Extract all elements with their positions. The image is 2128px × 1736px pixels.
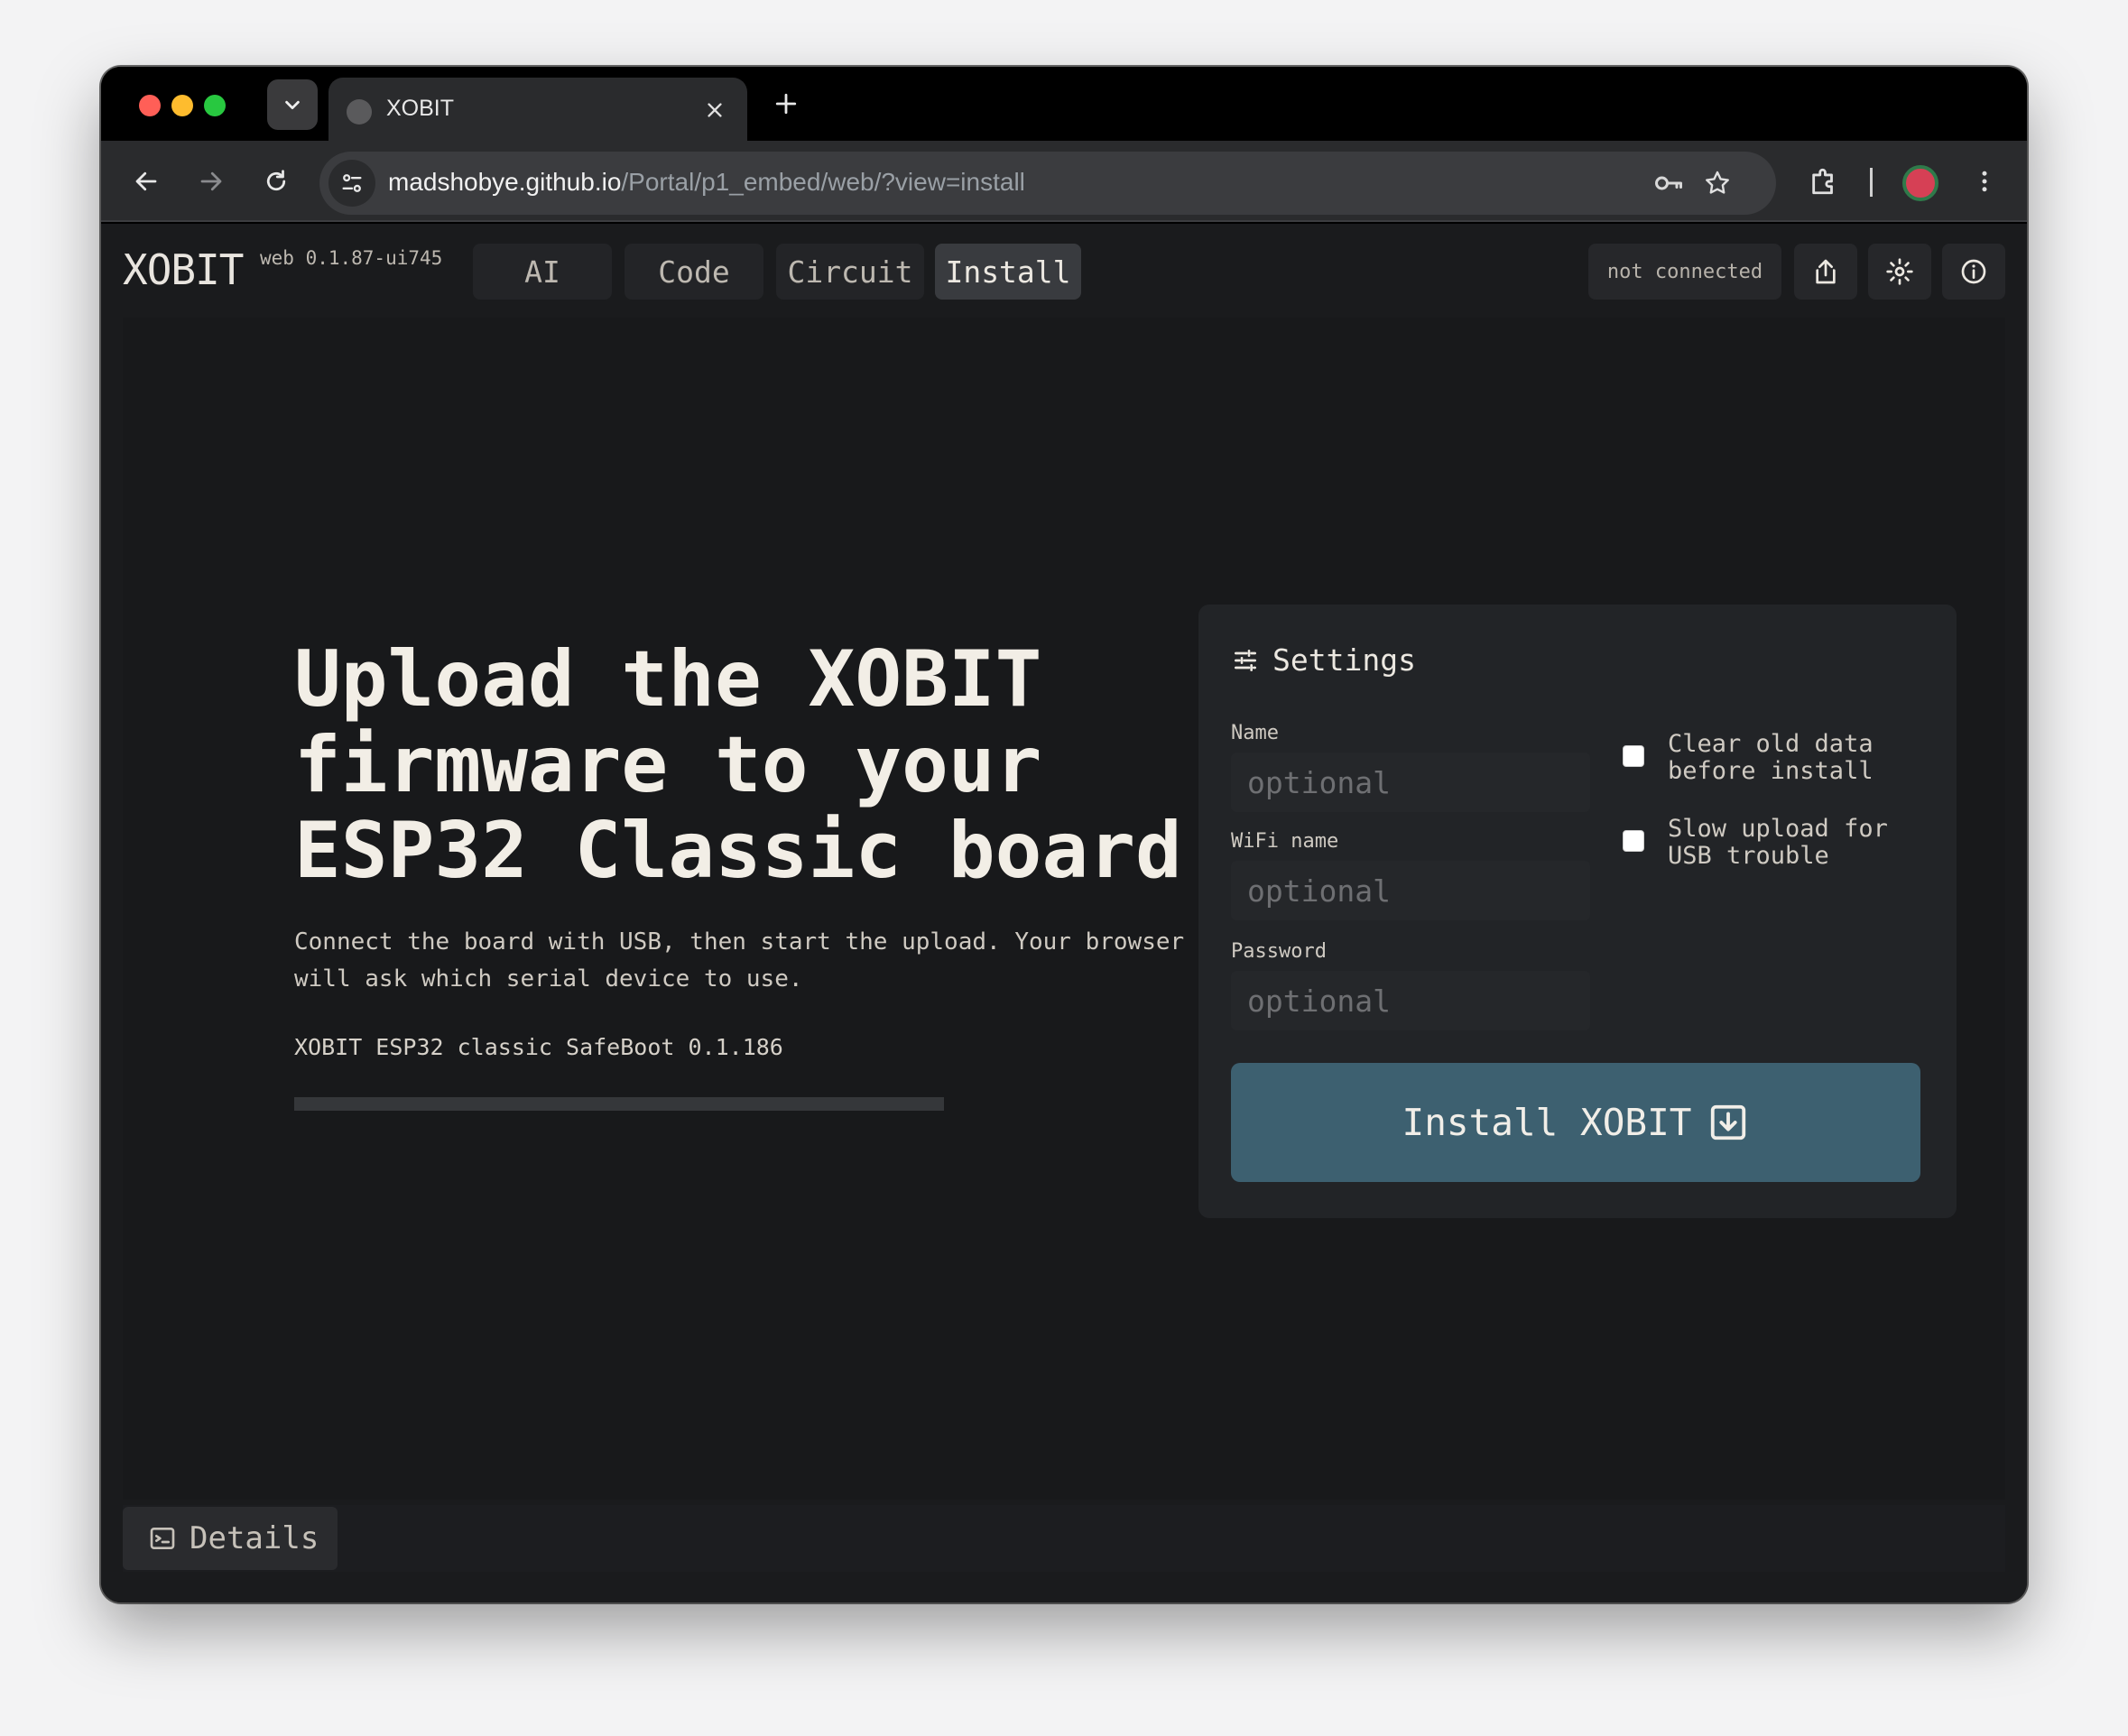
close-window-button[interactable]: [139, 95, 161, 116]
slow-upload-label: Slow upload for USB trouble: [1668, 815, 1888, 870]
wifi-name-field[interactable]: [1231, 861, 1590, 920]
bookmark-button[interactable]: [1700, 166, 1735, 200]
tab-strip: XOBIT: [101, 67, 2027, 143]
toolbar-divider: [1870, 168, 1873, 197]
puzzle-icon: [1812, 168, 1833, 195]
connection-status: not connected: [1588, 244, 1781, 300]
browser-tab-active[interactable]: XOBIT: [328, 78, 747, 143]
browser-menu-button[interactable]: [1964, 161, 2005, 202]
arrow-right-icon: [200, 171, 222, 191]
name-field[interactable]: [1231, 753, 1590, 812]
share-icon: [1816, 259, 1836, 284]
close-icon: [708, 103, 722, 117]
version-label: web 0.1.87-ui745: [260, 247, 443, 269]
site-info-button[interactable]: [328, 160, 375, 207]
gear-icon: [1886, 258, 1913, 285]
browser-window: XOBIT madshobye.github.io/Portal/p1_embe…: [101, 67, 2027, 1602]
plus-icon: [775, 93, 797, 115]
wifi-name-label: WiFi name: [1231, 830, 1339, 853]
details-button[interactable]: Details: [123, 1507, 338, 1570]
details-label: Details: [190, 1520, 319, 1556]
info-button[interactable]: [1942, 244, 2005, 300]
globe-icon: [347, 99, 372, 125]
brand-logo: XOBIT: [123, 245, 244, 294]
browser-toolbar: madshobye.github.io/Portal/p1_embed/web/…: [101, 141, 2027, 222]
url-path: /Portal/p1_embed/web/?view=install: [621, 168, 1025, 196]
share-button[interactable]: [1794, 244, 1857, 300]
download-icon: [1711, 1104, 1746, 1140]
settings-button[interactable]: [1868, 244, 1931, 300]
back-button[interactable]: [126, 162, 166, 201]
tab-install[interactable]: Install: [935, 244, 1081, 300]
new-tab-button[interactable]: [765, 83, 807, 125]
password-field[interactable]: [1231, 971, 1590, 1030]
clear-data-label: Clear old data before install: [1668, 730, 1874, 785]
url-text: madshobye.github.io/Portal/p1_embed/web/…: [388, 168, 1025, 197]
star-icon: [1706, 171, 1729, 194]
more-vertical-icon: [1982, 171, 1987, 192]
password-key-button[interactable]: [1652, 166, 1686, 200]
password-label: Password: [1231, 940, 1327, 963]
info-icon: [1961, 259, 1986, 284]
clear-data-checkbox[interactable]: [1623, 745, 1644, 767]
settings-card: Settings Name WiFi name Password Clear o…: [1198, 605, 1957, 1218]
install-button-label: Install XOBIT: [1402, 1101, 1692, 1144]
tab-code[interactable]: Code: [625, 244, 763, 300]
app-header: XOBIT web 0.1.87-ui745 AI Code Circuit I…: [101, 224, 2027, 318]
profile-avatar[interactable]: [1902, 165, 1938, 201]
arrow-left-icon: [135, 171, 157, 191]
maximize-window-button[interactable]: [204, 95, 226, 116]
page-subtitle: Connect the board with USB, then start t…: [294, 928, 1185, 993]
reload-icon: [266, 170, 286, 191]
app-root: XOBIT web 0.1.87-ui745 AI Code Circuit I…: [101, 224, 2027, 1602]
install-button[interactable]: Install XOBIT: [1231, 1063, 1920, 1182]
sliders-icon: [1235, 649, 1256, 671]
install-panel: Upload the XOBIT firmware to your ESP32 …: [123, 318, 2005, 1500]
tab-title: XOBIT: [386, 96, 455, 121]
terminal-icon: [150, 1528, 175, 1549]
tune-icon: [342, 174, 362, 192]
forward-button[interactable]: [191, 162, 231, 201]
slow-upload-checkbox[interactable]: [1623, 830, 1644, 852]
name-label: Name: [1231, 722, 1279, 744]
url-host: madshobye.github.io: [388, 168, 622, 196]
close-tab-button[interactable]: [699, 94, 731, 126]
settings-header: Settings: [1231, 642, 1416, 678]
upload-progress-bar: [294, 1097, 944, 1111]
chevron-down-icon: [285, 100, 300, 110]
settings-title: Settings: [1272, 642, 1416, 678]
extensions-button[interactable]: [1803, 161, 1845, 202]
tab-ai[interactable]: AI: [473, 244, 612, 300]
page-title: Upload the XOBIT firmware to your ESP32 …: [294, 634, 1182, 896]
firmware-name: XOBIT ESP32 classic SafeBoot 0.1.186: [294, 1034, 783, 1060]
key-icon: [1655, 176, 1682, 190]
reload-button[interactable]: [256, 162, 296, 201]
tab-search-button[interactable]: [267, 79, 318, 130]
address-bar[interactable]: madshobye.github.io/Portal/p1_embed/web/…: [319, 152, 1776, 215]
footer-bar: Details: [123, 1505, 2005, 1572]
minimize-window-button[interactable]: [171, 95, 193, 116]
tab-circuit[interactable]: Circuit: [776, 244, 924, 300]
